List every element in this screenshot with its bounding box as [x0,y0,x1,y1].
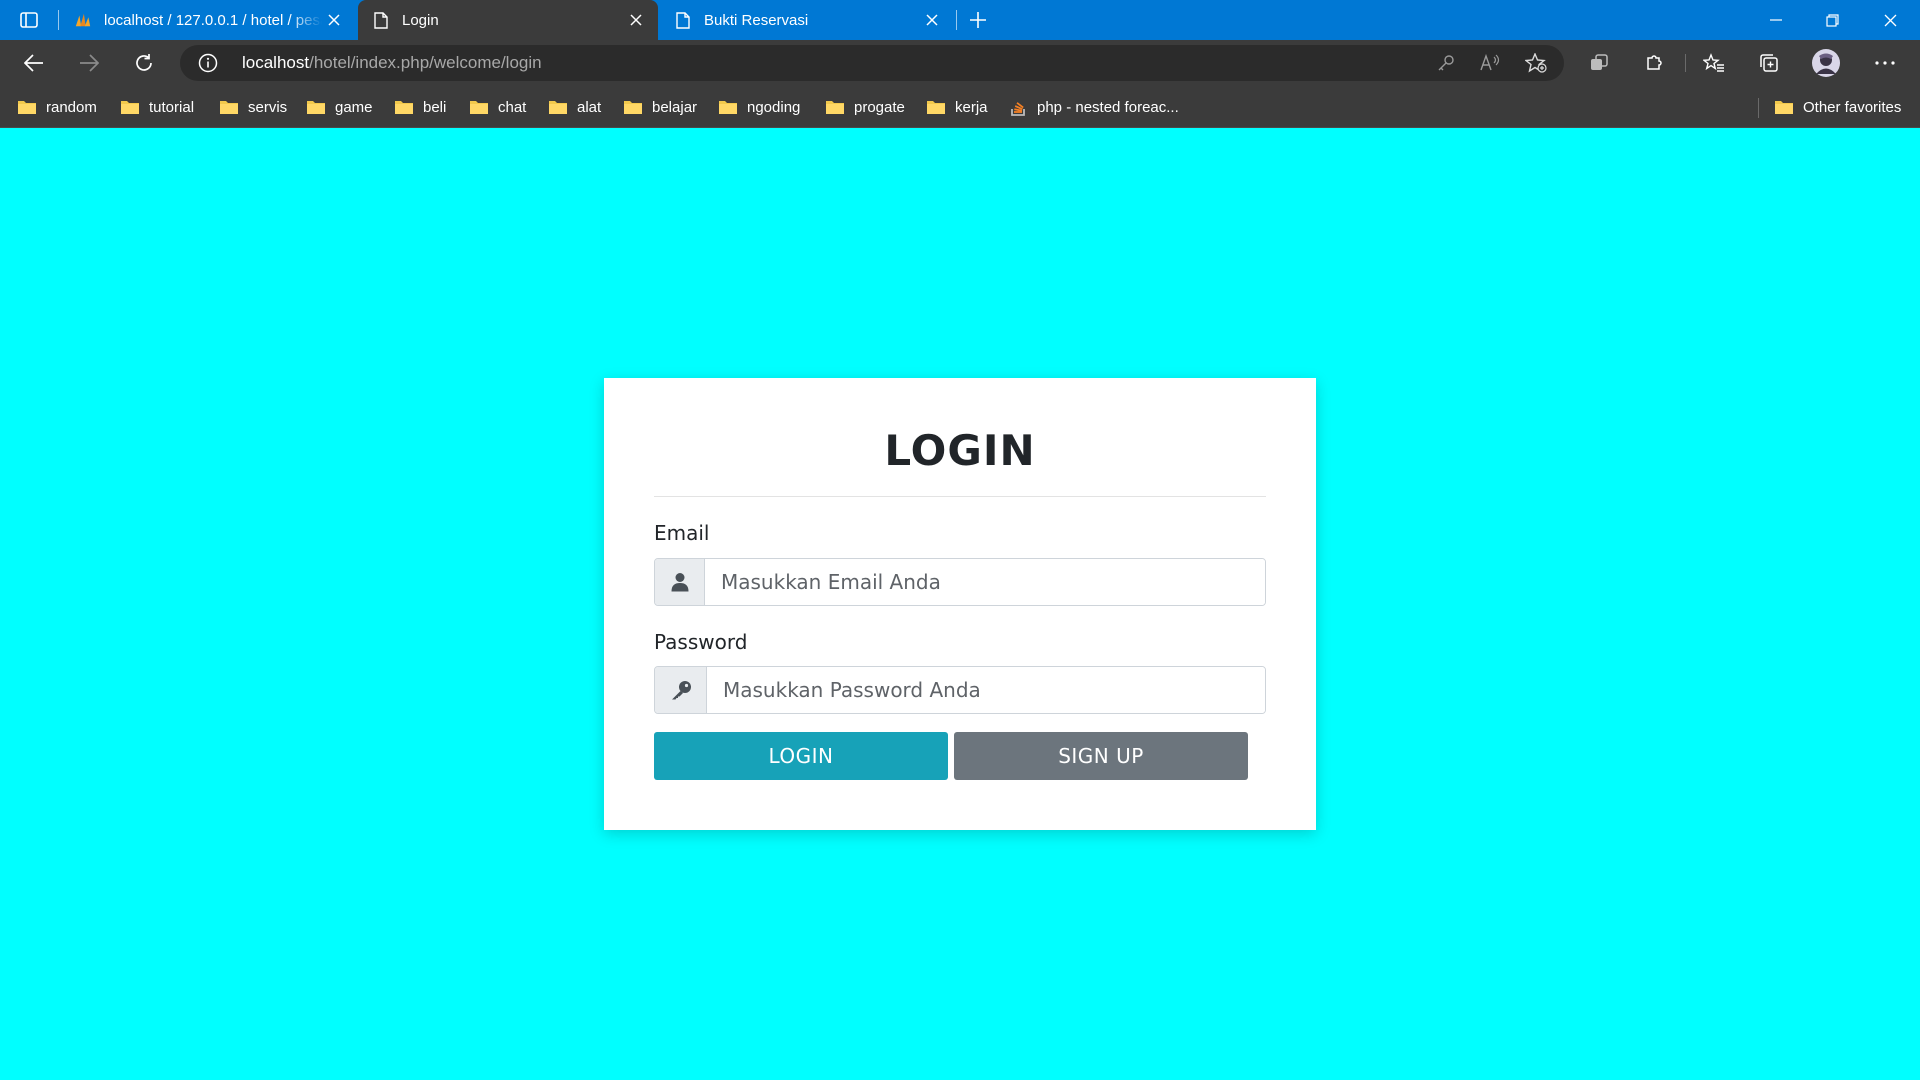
extensions-icon[interactable] [1637,46,1671,80]
bookmark-folder-alat[interactable]: alat [548,95,601,119]
folder-icon [470,101,488,114]
more-options-icon[interactable] [1868,46,1902,80]
back-arrow-icon[interactable] [16,46,52,80]
key-icon[interactable] [1434,52,1458,74]
login-title: LOGIN [884,426,1036,475]
phpmyadmin-icon [74,11,92,29]
sign-up-button[interactable]: SIGN UP [954,732,1248,780]
bookmark-label: kerja [955,98,988,116]
page-icon [372,11,390,29]
bookmark-label: servis [248,98,288,116]
bookmark-label: game [335,98,373,116]
bookmark-label: Other favorites [1803,98,1902,116]
bookmark-label: php - nested foreac... [1037,98,1179,116]
tab-phpmyadmin[interactable]: localhost / 127.0.0.1 / hotel / pesanan … [60,0,356,40]
bookmark-folder-beli[interactable]: beli [394,95,446,119]
bookmark-folder-belajar[interactable]: belajar [623,95,697,119]
restore-icon[interactable] [1804,0,1860,40]
bookmark-folder-ngoding[interactable]: ngoding [718,95,800,119]
folder-icon [1775,101,1793,114]
tab-divider [956,10,957,30]
close-tab-icon[interactable] [624,8,648,32]
bookmark-folder-kerja[interactable]: kerja [926,95,988,119]
folder-icon [826,101,844,114]
title-divider [654,496,1266,497]
bookmark-folder-progate[interactable]: progate [825,95,905,119]
new-tab-icon[interactable] [964,6,992,34]
tab-divider [58,10,59,30]
browser-tab-bar: localhost / 127.0.0.1 / hotel / pesanan … [0,0,1920,40]
email-label: Email [654,521,710,545]
folder-icon [307,101,325,114]
tab-bukti-reservasi[interactable]: Bukti Reservasi [660,0,954,40]
bookmark-label: ngoding [747,98,801,116]
read-aloud-icon[interactable] [1479,52,1503,74]
other-favorites-folder[interactable]: Other favorites [1774,95,1901,119]
bookmark-label: random [46,98,97,116]
close-tab-icon[interactable] [322,8,346,32]
bookmark-folder-game[interactable]: game [306,95,373,119]
page-icon [674,11,692,29]
bookmark-folder-servis[interactable]: servis [219,95,287,119]
folder-icon [18,101,36,114]
url-text: localhost/hotel/index.php/welcome/login [242,45,542,81]
url-path: /hotel/index.php/welcome/login [309,53,542,72]
tab-actions-icon[interactable] [14,7,44,33]
folder-icon [220,101,238,114]
bookmark-folder-tutorial[interactable]: tutorial [120,95,194,119]
favorites-icon[interactable] [1697,46,1731,80]
login-button[interactable]: LOGIN [654,732,948,780]
collections-icon[interactable] [1752,46,1786,80]
bookmarks-divider [1758,98,1759,118]
bookmark-label: tutorial [149,98,195,116]
folder-icon [624,101,642,114]
bookmark-label: progate [854,98,905,116]
password-label: Password [654,630,748,654]
password-input[interactable] [707,667,1265,713]
forward-arrow-icon[interactable] [71,46,107,80]
bookmark-folder-random[interactable]: random [17,95,97,119]
browser-toolbar: localhost/hotel/index.php/welcome/login [0,40,1920,86]
add-favorite-icon[interactable] [1524,52,1548,74]
page-viewport: LOGIN Email Password LOGIN SIGN UP [0,128,1920,1080]
copilot-collections-icon[interactable] [1582,46,1616,80]
password-input-group [654,666,1266,714]
folder-icon [719,101,737,114]
close-window-icon[interactable] [1862,0,1918,40]
toolbar-divider [1685,54,1686,72]
tab-login[interactable]: Login [358,0,658,40]
folder-icon [395,101,413,114]
email-input[interactable] [705,559,1265,605]
tab-title: localhost / 127.0.0.1 / hotel / pesanan … [104,11,322,29]
bookmark-label: alat [577,98,602,116]
close-tab-icon[interactable] [920,8,944,32]
key-icon [655,667,707,713]
refresh-icon[interactable] [126,46,162,80]
bookmark-folder-chat[interactable]: chat [469,95,526,119]
site-info-icon[interactable] [198,53,218,73]
bookmarks-bar: random tutorial servis game beli chat al… [0,86,1920,128]
profile-avatar[interactable] [1809,46,1843,80]
email-input-group [654,558,1266,606]
user-icon [655,559,705,605]
bookmark-label: chat [498,98,527,116]
folder-icon [927,101,945,114]
tab-title: Login [402,11,439,29]
url-host: localhost [242,53,310,72]
login-card: LOGIN Email Password LOGIN SIGN UP [604,378,1316,830]
folder-icon [549,101,567,114]
tab-title: Bukti Reservasi [704,11,809,29]
bookmark-label: beli [423,98,447,116]
stackoverflow-icon [1011,102,1025,116]
bookmark-label: belajar [652,98,698,116]
bookmark-link-php[interactable]: php - nested foreac... [1010,95,1179,119]
address-bar[interactable]: localhost/hotel/index.php/welcome/login [180,45,1564,81]
minimize-icon[interactable] [1748,0,1804,40]
folder-icon [121,101,139,114]
